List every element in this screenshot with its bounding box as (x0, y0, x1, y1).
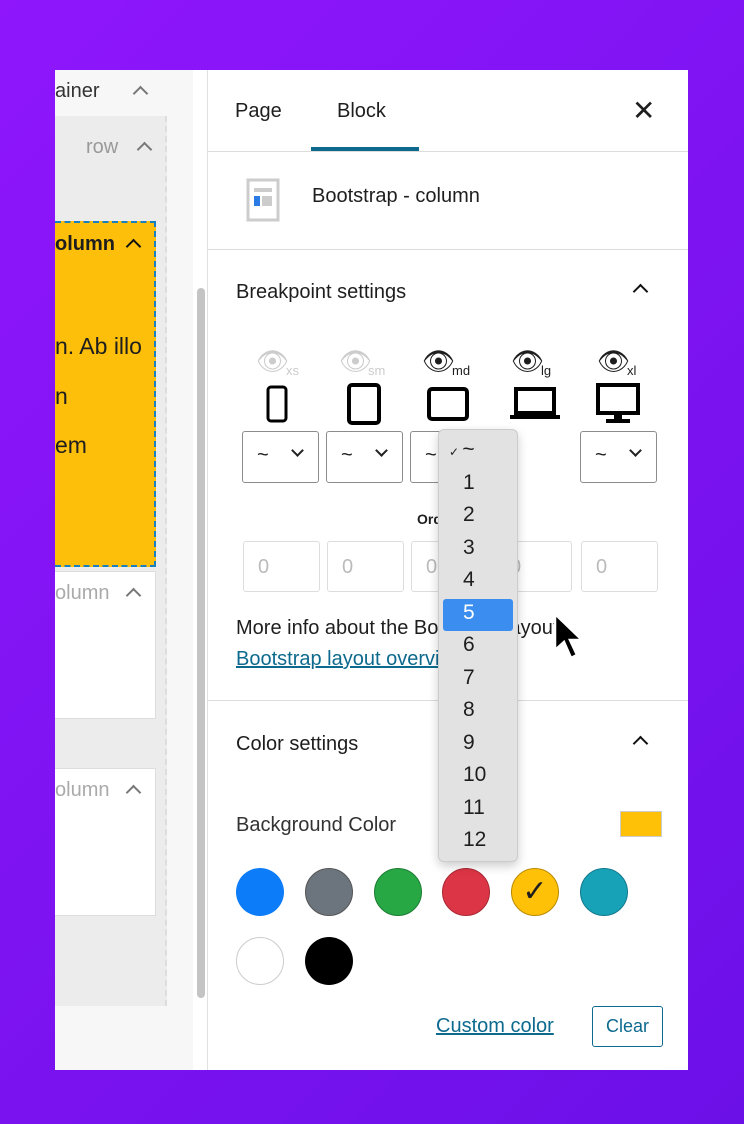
tab-page[interactable]: Page (235, 100, 282, 123)
color-swatch-green[interactable] (374, 868, 422, 916)
close-icon[interactable]: ✕ (632, 94, 655, 127)
eye-icon[interactable]: 👁 (422, 346, 455, 377)
color-settings-heading[interactable]: Color settings (236, 733, 358, 756)
option-label: 3 (463, 535, 475, 559)
collapse-icon[interactable] (132, 85, 149, 102)
clear-button[interactable]: Clear (592, 1006, 663, 1047)
option-label: 2 (463, 503, 475, 526)
tablet-icon (347, 383, 381, 425)
checkmark-icon: ✓ (522, 875, 548, 908)
tablet-landscape-icon (427, 387, 469, 421)
color-swatch-gray[interactable] (305, 868, 353, 916)
eye-slash-icon[interactable]: 👁 (256, 346, 289, 377)
option-label: 1 (463, 470, 475, 494)
breakpoint-label: md (452, 363, 471, 378)
color-swatch-black[interactable] (305, 937, 353, 985)
dropdown-option[interactable]: 3 (443, 534, 513, 567)
option-label: 5 (463, 600, 475, 624)
dropdown-option[interactable]: 12 (443, 826, 513, 859)
dropdown-option[interactable]: 5 (443, 598, 513, 631)
dropdown-option[interactable]: 1 (443, 469, 513, 502)
chevron-down-icon (375, 444, 388, 457)
eye-icon[interactable]: 👁 (597, 346, 630, 377)
row-label: row (86, 136, 119, 158)
dropdown-option[interactable]: 6 (443, 631, 513, 664)
option-label: 10 (463, 763, 487, 786)
column-block[interactable]: olumn (55, 768, 156, 916)
editor-canvas: ainer row olumn n. Ab illo n em olumn ol… (55, 70, 193, 1070)
chevron-down-icon (629, 444, 642, 457)
breakpoint-label: sm (368, 363, 386, 378)
sm-column-select[interactable]: ~ (326, 431, 403, 483)
phone-icon (266, 385, 288, 423)
app-window: ainer row olumn n. Ab illo n em olumn ol… (55, 70, 688, 1070)
color-swatch-red[interactable] (442, 868, 490, 916)
lg-column-dropdown-menu[interactable]: ✓ ~1 2 3 4 5 6 7 8 9 10 11 12 (438, 429, 518, 862)
checkmark-icon: ✓ (449, 445, 463, 459)
column-label: olumn (55, 233, 115, 255)
tab-block[interactable]: Block (337, 100, 386, 123)
row-block[interactable]: row olumn n. Ab illo n em olumn olumn (55, 116, 167, 1006)
xl-ordering-input[interactable]: 0 (581, 541, 658, 592)
background-color-label: Background Color (236, 814, 397, 836)
collapse-icon[interactable] (125, 587, 142, 604)
xs-column-select[interactable]: ~ (242, 431, 319, 483)
option-label: 8 (463, 698, 475, 721)
option-label: ~ (462, 438, 475, 461)
collapse-icon[interactable] (125, 238, 142, 255)
chevron-down-icon (291, 444, 304, 457)
collapse-icon[interactable] (125, 784, 142, 801)
scrollbar[interactable] (197, 288, 205, 998)
dropdown-option[interactable]: 8 (443, 696, 513, 729)
current-color-indicator (620, 811, 662, 837)
breakpoint-settings-heading[interactable]: Breakpoint settings (236, 281, 406, 304)
option-label: 4 (463, 568, 475, 591)
dropdown-option[interactable]: 9 (443, 729, 513, 762)
breakpoint-label: xs (286, 363, 299, 378)
column-label: olumn (55, 779, 110, 801)
option-label: 9 (463, 730, 475, 754)
dropdown-option[interactable]: ✓ ~ (443, 436, 513, 469)
selected-column-block[interactable]: olumn n. Ab illo n em (55, 221, 156, 567)
dropdown-option[interactable]: 2 (443, 501, 513, 534)
laptop-icon (510, 387, 560, 419)
paragraph-text[interactable]: n (55, 383, 68, 410)
collapse-icon[interactable] (632, 735, 649, 752)
column-block[interactable]: olumn (55, 571, 156, 719)
eye-icon[interactable]: 👁 (511, 346, 544, 377)
custom-color-link[interactable]: Custom color (436, 1015, 554, 1038)
desktop-icon (596, 383, 640, 423)
xs-ordering-input[interactable]: 0 (243, 541, 320, 592)
color-swatch-blue[interactable] (236, 868, 284, 916)
sm-ordering-input[interactable]: 0 (327, 541, 404, 592)
block-title: Bootstrap - column (312, 185, 480, 207)
dropdown-option[interactable]: 10 (443, 761, 513, 794)
xl-column-select[interactable]: ~ (580, 431, 657, 483)
collapse-icon[interactable] (632, 283, 649, 300)
paragraph-text[interactable]: em (55, 432, 87, 459)
color-swatch-yellow-selected[interactable]: ✓ (511, 868, 559, 916)
breakpoint-label: xl (627, 363, 637, 378)
option-label: 7 (463, 665, 475, 689)
bootstrap-layout-link[interactable]: Bootstrap layout overview (236, 648, 465, 671)
paragraph-text[interactable]: n. Ab illo (55, 333, 142, 360)
option-label: 11 (463, 795, 485, 819)
dropdown-option[interactable]: 7 (443, 664, 513, 697)
breakpoint-label: lg (541, 363, 552, 378)
color-swatch-white[interactable] (236, 937, 284, 985)
option-label: 6 (463, 633, 475, 656)
mouse-cursor-icon (553, 612, 586, 660)
dropdown-option[interactable]: 11 (443, 794, 513, 827)
color-swatch-teal[interactable] (580, 868, 628, 916)
container-block-label[interactable]: ainer (55, 80, 99, 103)
option-label: 12 (463, 828, 487, 851)
block-icon (246, 178, 280, 222)
column-label: olumn (55, 582, 110, 604)
collapse-icon[interactable] (136, 141, 153, 158)
dropdown-option[interactable]: 4 (443, 566, 513, 599)
